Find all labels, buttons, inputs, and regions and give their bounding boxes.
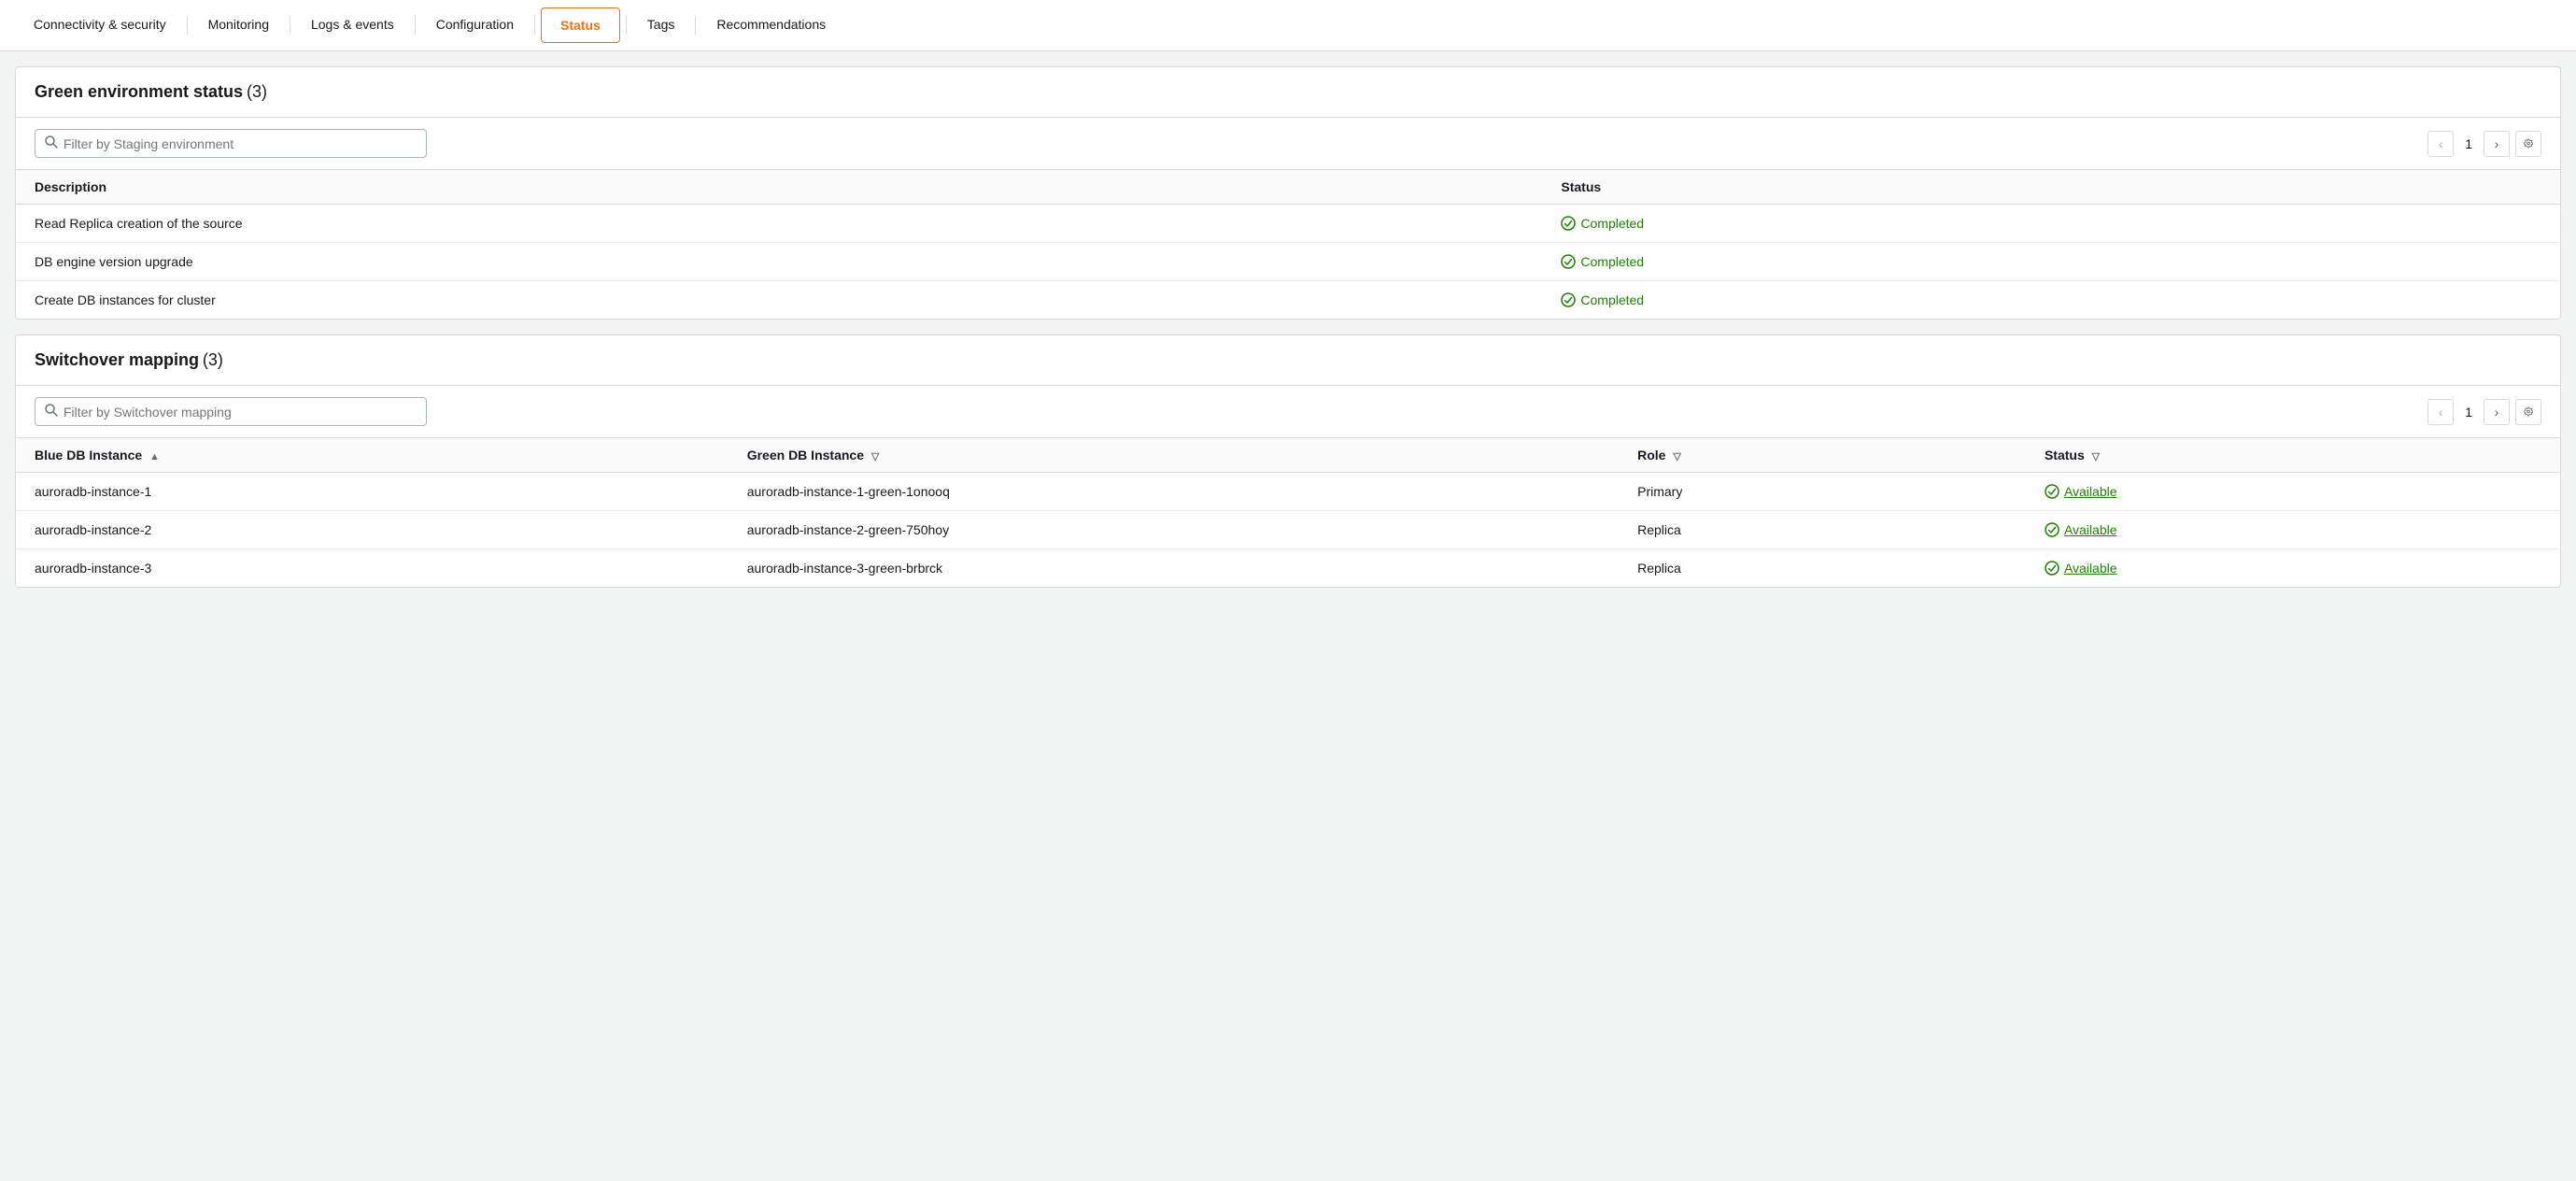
row-role: Replica	[1619, 511, 2026, 549]
tab-configuration[interactable]: Configuration	[418, 2, 532, 49]
green-env-next-btn[interactable]: ›	[2484, 131, 2510, 157]
check-circle-icon	[2045, 484, 2059, 499]
status-badge: Completed	[1561, 254, 2541, 269]
check-circle-icon	[1561, 254, 1576, 269]
check-circle-icon	[2045, 561, 2059, 576]
row-blue-instance: auroradb-instance-1	[16, 473, 729, 511]
tab-divider-1	[187, 16, 188, 35]
sort-desc-icon-status[interactable]: ▽	[2092, 450, 2100, 462]
sort-desc-icon[interactable]: ▽	[871, 450, 879, 462]
col-header-role: Role ▽	[1619, 438, 2026, 473]
green-env-search-input[interactable]	[64, 136, 417, 151]
table-row: auroradb-instance-3 auroradb-instance-3-…	[16, 549, 2560, 588]
col-header-blue: Blue DB Instance ▲	[16, 438, 729, 473]
switchover-search-box[interactable]	[35, 397, 427, 426]
switchover-search-icon	[45, 404, 58, 420]
tab-logs[interactable]: Logs & events	[292, 2, 413, 49]
switchover-page-num: 1	[2459, 405, 2478, 420]
green-env-search-box[interactable]	[35, 129, 427, 158]
row-green-instance: auroradb-instance-3-green-brbrck	[729, 549, 1619, 588]
col-header-description: Description	[16, 170, 1542, 205]
status-badge: Completed	[1561, 216, 2541, 231]
green-env-pagination: ‹ 1 ›	[2427, 131, 2541, 157]
switchover-search-input[interactable]	[64, 405, 417, 420]
switchover-table: Blue DB Instance ▲ Green DB Instance ▽ R…	[16, 438, 2560, 587]
row-description: DB engine version upgrade	[16, 243, 1542, 281]
row-status: Available	[2026, 473, 2560, 511]
tab-divider-3	[415, 16, 416, 35]
row-role: Primary	[1619, 473, 2026, 511]
switchover-pagination: ‹ 1 ›	[2427, 399, 2541, 425]
status-badge: Completed	[1561, 292, 2541, 307]
green-env-search-icon	[45, 135, 58, 151]
row-green-instance: auroradb-instance-2-green-750hoy	[729, 511, 1619, 549]
green-env-table: Description Status Read Replica creation…	[16, 170, 2560, 319]
green-env-filter-row: ‹ 1 ›	[16, 118, 2560, 170]
tab-bar: Connectivity & security Monitoring Logs …	[0, 0, 2576, 51]
tab-divider-4	[534, 16, 535, 35]
tab-connectivity[interactable]: Connectivity & security	[15, 2, 185, 49]
row-description: Create DB instances for cluster	[16, 281, 1542, 320]
table-row: DB engine version upgrade Completed	[16, 243, 2560, 281]
status-available-badge[interactable]: Available	[2045, 522, 2541, 537]
row-status: Completed	[1542, 281, 2560, 320]
table-row: auroradb-instance-2 auroradb-instance-2-…	[16, 511, 2560, 549]
switchover-next-btn[interactable]: ›	[2484, 399, 2510, 425]
main-content: Green environment status (3) ‹ 1 ›	[0, 51, 2576, 603]
table-row: Create DB instances for cluster Complete…	[16, 281, 2560, 320]
tab-recommendations[interactable]: Recommendations	[698, 2, 844, 49]
row-status: Available	[2026, 511, 2560, 549]
green-env-prev-btn[interactable]: ‹	[2427, 131, 2454, 157]
switchover-settings-btn[interactable]	[2515, 399, 2541, 425]
check-circle-icon	[1561, 216, 1576, 231]
switchover-title: Switchover mapping	[35, 350, 199, 369]
row-green-instance: auroradb-instance-1-green-1onooq	[729, 473, 1619, 511]
row-blue-instance: auroradb-instance-2	[16, 511, 729, 549]
row-description: Read Replica creation of the source	[16, 205, 1542, 243]
green-env-page-num: 1	[2459, 136, 2478, 151]
status-available-badge[interactable]: Available	[2045, 484, 2541, 499]
switchover-header: Switchover mapping (3)	[16, 335, 2560, 386]
row-status: Available	[2026, 549, 2560, 588]
col-header-status2: Status ▽	[2026, 438, 2560, 473]
switchover-filter-row: ‹ 1 ›	[16, 386, 2560, 438]
green-env-header: Green environment status (3)	[16, 67, 2560, 118]
tab-tags[interactable]: Tags	[629, 2, 694, 49]
switchover-count: (3)	[203, 350, 223, 369]
row-role: Replica	[1619, 549, 2026, 588]
col-header-status: Status	[1542, 170, 2560, 205]
sort-desc-icon-role[interactable]: ▽	[1673, 450, 1680, 462]
row-status: Completed	[1542, 205, 2560, 243]
tab-status[interactable]: Status	[541, 7, 620, 43]
check-circle-icon	[2045, 522, 2059, 537]
switchover-section: Switchover mapping (3) ‹ 1 ›	[15, 334, 2561, 588]
tab-divider-5	[626, 16, 627, 35]
row-status: Completed	[1542, 243, 2560, 281]
table-row: auroradb-instance-1 auroradb-instance-1-…	[16, 473, 2560, 511]
green-env-count: (3)	[247, 82, 267, 101]
sort-asc-icon[interactable]: ▲	[149, 451, 160, 462]
status-available-badge[interactable]: Available	[2045, 561, 2541, 576]
tab-monitoring[interactable]: Monitoring	[190, 2, 288, 49]
tab-divider-6	[695, 16, 696, 35]
table-row: Read Replica creation of the source Comp…	[16, 205, 2560, 243]
row-blue-instance: auroradb-instance-3	[16, 549, 729, 588]
green-env-section: Green environment status (3) ‹ 1 ›	[15, 66, 2561, 320]
green-env-title: Green environment status	[35, 82, 243, 101]
switchover-prev-btn[interactable]: ‹	[2427, 399, 2454, 425]
green-env-settings-btn[interactable]	[2515, 131, 2541, 157]
col-header-green: Green DB Instance ▽	[729, 438, 1619, 473]
check-circle-icon	[1561, 292, 1576, 307]
